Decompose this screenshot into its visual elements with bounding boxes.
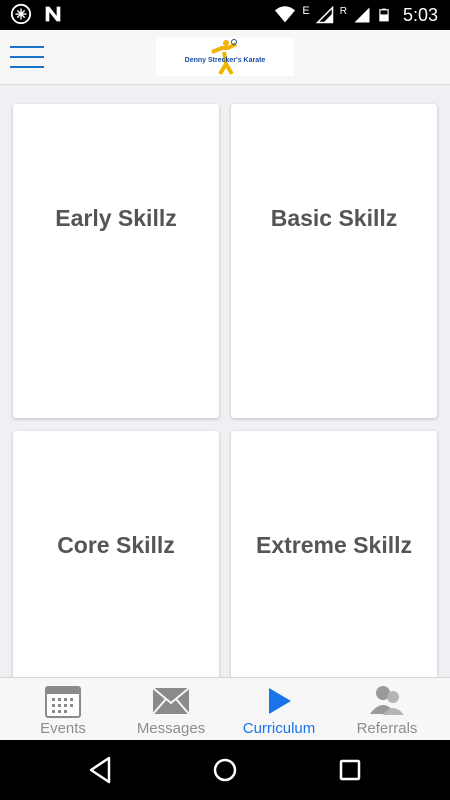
app-header: Denny Strecker's Karate xyxy=(0,30,450,85)
menu-line-icon xyxy=(10,56,44,58)
status-time: 5:03 xyxy=(402,4,438,25)
wifi-icon xyxy=(275,6,296,23)
curriculum-grid: Early Skillz Basic Skillz Core Skillz Ex… xyxy=(0,85,450,677)
tab-curriculum[interactable]: Curriculum xyxy=(223,678,335,741)
people-icon xyxy=(370,686,404,715)
tab-events[interactable]: Events xyxy=(7,678,119,741)
logo-text: Denny Strecker's Karate xyxy=(184,56,266,64)
signal-icon xyxy=(315,5,333,24)
tab-label: Events xyxy=(40,720,86,737)
calendar-icon xyxy=(45,686,81,718)
tab-label: Curriculum xyxy=(242,720,316,737)
network-e-icon: E xyxy=(302,5,310,17)
tab-label: Messages xyxy=(136,720,206,737)
card-label: Early Skillz xyxy=(55,205,177,231)
card-label: Basic Skillz xyxy=(270,205,398,231)
n-icon xyxy=(45,6,61,22)
home-icon[interactable] xyxy=(208,754,242,786)
brand-logo: Denny Strecker's Karate xyxy=(156,38,294,76)
card-basic-skillz[interactable]: Basic Skillz xyxy=(231,104,437,418)
signal-icon-2 xyxy=(354,7,370,23)
recents-icon[interactable] xyxy=(333,754,367,786)
roaming-r-icon: R xyxy=(339,5,347,17)
play-icon xyxy=(269,688,291,714)
menu-line-icon xyxy=(10,66,44,68)
bottom-tab-bar: Events Messages Curriculum Referrals xyxy=(0,677,450,741)
menu-line-icon xyxy=(10,46,44,48)
status-bar: E R 5:03 xyxy=(0,0,450,30)
back-icon[interactable] xyxy=(83,754,117,786)
card-label: Core Skillz xyxy=(57,532,175,558)
battery-icon xyxy=(379,8,389,22)
tab-messages[interactable]: Messages xyxy=(115,678,227,741)
card-early-skillz[interactable]: Early Skillz xyxy=(13,104,219,418)
hamburger-menu-button[interactable] xyxy=(10,44,44,70)
card-label: Extreme Skillz xyxy=(256,532,412,558)
card-core-skillz[interactable]: Core Skillz xyxy=(13,431,219,677)
system-nav-bar xyxy=(0,740,450,800)
tab-referrals[interactable]: Referrals xyxy=(331,678,443,741)
envelope-icon xyxy=(152,687,190,715)
tab-label: Referrals xyxy=(356,720,418,737)
card-extreme-skillz[interactable]: Extreme Skillz xyxy=(231,431,437,677)
notification-icon xyxy=(10,3,32,25)
